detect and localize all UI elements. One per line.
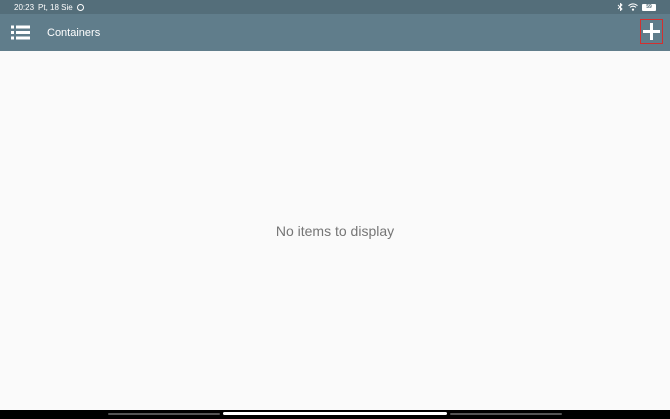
content-area: No items to display — [0, 51, 670, 410]
navigation-bar — [0, 410, 670, 419]
nav-track-right — [450, 413, 562, 415]
app-bar: Containers — [0, 14, 670, 51]
empty-state-message: No items to display — [275, 223, 395, 239]
nav-track-left — [108, 413, 220, 415]
home-gesture-handle[interactable] — [223, 412, 447, 415]
plus-icon — [643, 23, 660, 40]
status-left: 20:23 Pt, 18 Sie — [14, 3, 84, 12]
add-container-button[interactable] — [640, 19, 663, 44]
status-date: Pt, 18 Sie — [38, 2, 73, 12]
wifi-icon — [628, 3, 638, 11]
page-title: Containers — [47, 27, 101, 39]
circle-badge-icon — [76, 3, 84, 11]
battery-icon: 59 — [642, 3, 656, 11]
status-right: 59 — [617, 3, 656, 11]
bluetooth-icon — [617, 3, 623, 11]
status-time: 20:23 — [14, 2, 35, 12]
list-menu-icon — [11, 25, 30, 40]
menu-button[interactable] — [11, 24, 30, 41]
status-bar: 20:23 Pt, 18 Sie 59 — [0, 0, 670, 14]
